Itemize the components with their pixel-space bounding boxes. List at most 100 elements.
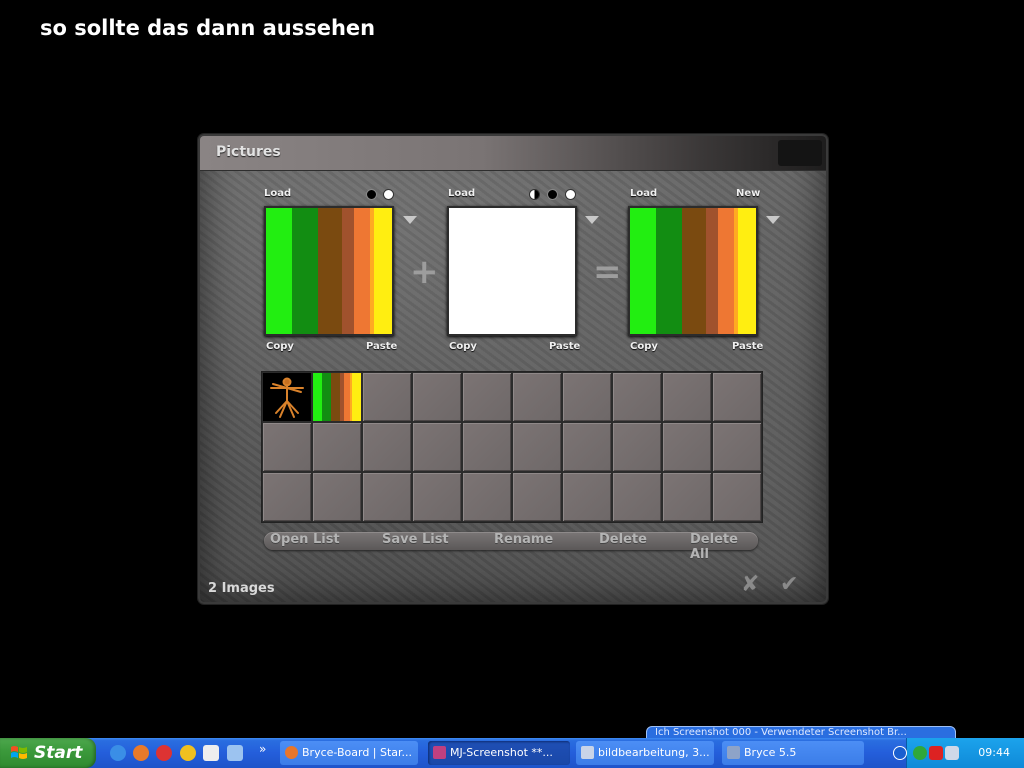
task-label: Bryce-Board | Star...: [302, 746, 413, 759]
empty-image-slot[interactable]: [662, 372, 712, 422]
panel2-image-swatch[interactable]: [447, 206, 577, 336]
empty-image-slot[interactable]: [662, 472, 712, 522]
tray-network-icon[interactable]: [945, 746, 959, 760]
task-label: MJ-Screenshot **...: [450, 746, 553, 759]
task-bryce[interactable]: Bryce 5.5: [722, 741, 864, 765]
windows-taskbar: Start » Bryce-Board | Star... MJ-Screens…: [0, 738, 1024, 768]
empty-image-slot[interactable]: [312, 472, 362, 522]
empty-image-slot[interactable]: [662, 422, 712, 472]
panel2-load-label[interactable]: Load: [448, 188, 475, 199]
empty-image-slot[interactable]: [562, 422, 612, 472]
empty-image-slot[interactable]: [612, 472, 662, 522]
cancel-icon[interactable]: ✘: [741, 572, 759, 597]
panel1-load-label[interactable]: Load: [264, 188, 291, 199]
empty-image-slot[interactable]: [712, 472, 762, 522]
player-icon[interactable]: [180, 745, 196, 761]
empty-image-slot[interactable]: [712, 372, 762, 422]
rename-button[interactable]: Rename: [494, 532, 553, 547]
thumbnail-stripes[interactable]: [312, 372, 362, 422]
panel1-dot-black[interactable]: [366, 189, 377, 200]
plus-operator: +: [410, 252, 439, 292]
list-actions-bar: Open List Save List Rename Delete Delete…: [264, 532, 758, 562]
panel1-paste-label[interactable]: Paste: [366, 341, 397, 352]
bryce-task-icon: [727, 746, 740, 759]
stripe: [322, 373, 331, 421]
media-icon[interactable]: [156, 745, 172, 761]
panel2-paste-label[interactable]: Paste: [549, 341, 580, 352]
empty-image-slot[interactable]: [512, 422, 562, 472]
empty-image-slot[interactable]: [312, 422, 362, 472]
dialog-title: Pictures: [216, 144, 281, 160]
thumbnail-stripes-image: [313, 373, 361, 421]
empty-image-slot[interactable]: [462, 372, 512, 422]
start-button[interactable]: Start: [0, 738, 96, 768]
panel1-copy-label[interactable]: Copy: [266, 341, 294, 352]
stripe: [313, 373, 322, 421]
panel1-dot-white[interactable]: [383, 189, 394, 200]
panel3-paste-label[interactable]: Paste: [732, 341, 763, 352]
task-bryce-board[interactable]: Bryce-Board | Star...: [280, 741, 418, 765]
empty-image-slot[interactable]: [262, 472, 312, 522]
empty-image-slot[interactable]: [562, 472, 612, 522]
ie-icon[interactable]: [110, 745, 126, 761]
panel2-dot-half[interactable]: [529, 189, 540, 200]
windows-flag-icon: [11, 746, 27, 759]
panel1-dropdown-icon[interactable]: [403, 216, 417, 224]
panel2-dot-black[interactable]: [547, 189, 558, 200]
desktop-icon[interactable]: [227, 745, 243, 761]
task-mj-screenshot[interactable]: MJ-Screenshot **...: [428, 741, 570, 765]
clock: 09:44: [978, 746, 1010, 759]
empty-image-slot[interactable]: [412, 372, 462, 422]
delete-all-button[interactable]: Delete All: [690, 532, 758, 562]
empty-image-slot[interactable]: [362, 372, 412, 422]
screenshot-task-icon: [433, 746, 446, 759]
tray-green-icon[interactable]: [913, 746, 927, 760]
empty-image-slot[interactable]: [462, 472, 512, 522]
panel2-dropdown-icon[interactable]: [585, 216, 599, 224]
panel2-copy-label[interactable]: Copy: [449, 341, 477, 352]
confirm-check-icon[interactable]: ✔: [780, 572, 798, 597]
panel1-image-swatch[interactable]: [264, 206, 394, 336]
quicklaunch-chevron[interactable]: »: [259, 742, 266, 756]
headline-text: so sollte das dann aussehen: [40, 16, 376, 40]
vitruvian-man-icon: [263, 373, 311, 421]
open-list-button[interactable]: Open List: [270, 532, 340, 547]
panel3-load-label[interactable]: Load: [630, 188, 657, 199]
stripe: [342, 208, 354, 334]
panel3-image-swatch[interactable]: [628, 206, 758, 336]
empty-image-slot[interactable]: [612, 372, 662, 422]
delete-button[interactable]: Delete: [599, 532, 647, 547]
empty-image-slot[interactable]: [512, 372, 562, 422]
empty-image-slot[interactable]: [512, 472, 562, 522]
panel3-new-label[interactable]: New: [736, 188, 760, 199]
dialog-titlebar[interactable]: Pictures: [200, 136, 826, 171]
system-tray: 09:44: [893, 738, 1024, 768]
empty-image-slot[interactable]: [462, 422, 512, 472]
empty-image-slot[interactable]: [712, 422, 762, 472]
task-label: bildbearbeitung, 3...: [598, 746, 710, 759]
stripe: [374, 208, 392, 334]
tray-expand-icon[interactable]: [893, 746, 907, 760]
stripe: [352, 373, 361, 421]
empty-image-slot[interactable]: [262, 422, 312, 472]
empty-image-slot[interactable]: [362, 422, 412, 472]
stripe: [266, 208, 292, 334]
empty-image-slot[interactable]: [562, 372, 612, 422]
firefox-icon[interactable]: [133, 745, 149, 761]
empty-image-slot[interactable]: [612, 422, 662, 472]
panel3-dropdown-icon[interactable]: [766, 216, 780, 224]
empty-image-slot[interactable]: [412, 472, 462, 522]
window-icon[interactable]: [203, 745, 219, 761]
firefox-task-icon: [285, 746, 298, 759]
stripe: [738, 208, 756, 334]
panel3-copy-label[interactable]: Copy: [630, 341, 658, 352]
empty-image-slot[interactable]: [362, 472, 412, 522]
tray-antivirus-icon[interactable]: [929, 746, 943, 760]
task-label: Bryce 5.5: [744, 746, 797, 759]
empty-image-slot[interactable]: [412, 422, 462, 472]
panel2-dot-white[interactable]: [565, 189, 576, 200]
save-list-button[interactable]: Save List: [382, 532, 449, 547]
stripe: [718, 208, 734, 334]
task-bildbearbeitung[interactable]: bildbearbeitung, 3...: [576, 741, 714, 765]
thumbnail-vitruvian-man[interactable]: [262, 372, 312, 422]
